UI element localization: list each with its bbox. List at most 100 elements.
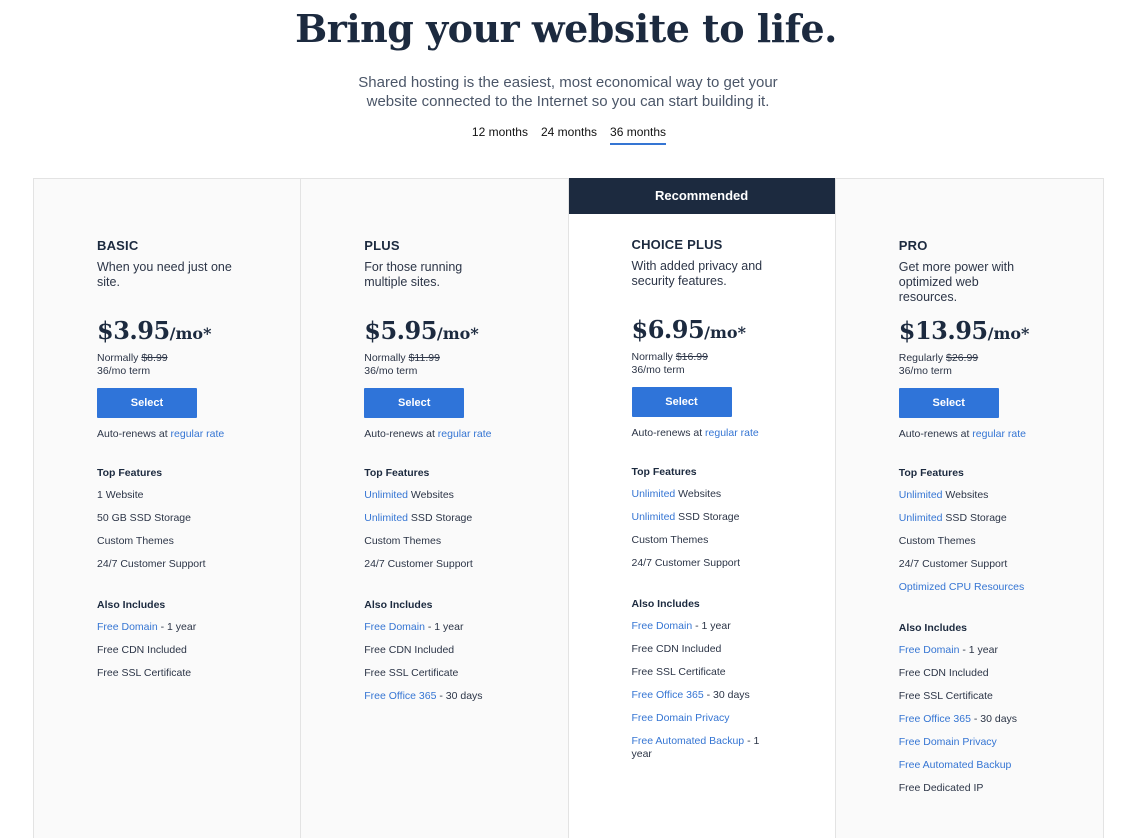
auto-renew-text: Auto-renews at	[97, 428, 168, 440]
price-row: $13.95/mo*	[899, 316, 1083, 345]
included-link[interactable]: Free Domain Privacy	[899, 736, 997, 748]
term-tab-12-months[interactable]: 12 months	[472, 125, 528, 145]
plan-card-plus: PLUS For those running multiple sites. $…	[301, 179, 569, 838]
feature-text: Custom Themes	[97, 535, 174, 547]
term-tab-24-months[interactable]: 24 months	[541, 125, 597, 145]
normal-price-info: Normally $8.99 36/mo term	[97, 352, 280, 378]
included-link[interactable]: Free Domain	[97, 621, 158, 633]
recommended-badge: Recommended	[568, 178, 835, 214]
feature-item: 24/7 Customer Support	[632, 557, 772, 570]
included-text: Free CDN Included	[97, 644, 187, 656]
feature-text: Websites	[942, 489, 989, 501]
plan-description: When you need just one site.	[97, 260, 232, 289]
plan-name: BASIC	[97, 238, 139, 253]
included-item: Free Domain - 1 year	[632, 620, 772, 633]
feature-text: 50 GB SSD Storage	[97, 512, 191, 524]
top-features-list: Unlimited Websites Unlimited SSD Storage C…	[632, 488, 815, 570]
included-item: Free Automated Backup	[899, 759, 1039, 772]
included-link[interactable]: Free Office 365	[364, 690, 436, 702]
hero-subtitle: Shared hosting is the easiest, most econ…	[0, 73, 1132, 111]
plan-name: PRO	[898, 238, 928, 253]
feature-link[interactable]: Unlimited	[364, 489, 408, 501]
auto-renew-note: Auto-renews at regular rate	[97, 428, 280, 440]
included-text: - 1 year	[692, 620, 731, 632]
price-row: $6.95/mo*	[632, 315, 815, 344]
included-item: Free CDN Included	[632, 643, 772, 656]
included-text: Free SSL Certificate	[364, 667, 459, 679]
feature-item: 24/7 Customer Support	[899, 558, 1039, 571]
auto-renew-text: Auto-renews at	[364, 428, 435, 440]
plan-price: $5.95	[364, 316, 437, 345]
plan-name: CHOICE PLUS	[631, 237, 723, 252]
feature-link[interactable]: Unlimited	[364, 512, 408, 524]
feature-item: Custom Themes	[364, 535, 504, 548]
regular-rate-link[interactable]: regular rate	[972, 428, 1026, 440]
term-selector: 12 months 24 months 36 months	[0, 125, 1132, 145]
normal-price-info: Normally $16.99 36/mo term	[632, 351, 815, 377]
included-text: Free SSL Certificate	[898, 690, 993, 702]
feature-link[interactable]: Unlimited	[632, 488, 676, 500]
price-row: $3.95/mo*	[97, 316, 280, 345]
auto-renew-note: Auto-renews at regular rate	[899, 428, 1083, 440]
select-plan-button[interactable]: Select	[364, 388, 465, 418]
included-item: Free Office 365 - 30 days	[899, 713, 1039, 726]
select-plan-button[interactable]: Select	[97, 388, 197, 418]
included-link[interactable]: Free Domain Privacy	[632, 712, 730, 724]
included-link[interactable]: Free Office 365	[632, 689, 704, 701]
included-item: Free SSL Certificate	[899, 690, 1039, 703]
included-link[interactable]: Free Domain	[364, 621, 425, 633]
auto-renew-text: Auto-renews at	[631, 427, 703, 439]
feature-text: SSD Storage	[942, 512, 1007, 524]
normal-price: $26.99	[946, 352, 979, 364]
feature-text: Custom Themes	[631, 534, 709, 546]
feature-link[interactable]: Unlimited	[899, 489, 943, 501]
included-link[interactable]: Free Domain	[899, 644, 960, 656]
regular-rate-link[interactable]: regular rate	[438, 428, 492, 440]
included-item: Free Domain - 1 year	[97, 621, 237, 634]
plan-card-pro: PRO Get more power with optimized web re…	[835, 179, 1103, 838]
feature-text: Websites	[675, 488, 722, 500]
also-includes-list: Free Domain - 1 year Free CDN Included Fre…	[97, 621, 280, 680]
plan-card-choice-plus: Recommended CHOICE PLUS With added priva…	[568, 178, 836, 838]
feature-item: 1 Website	[97, 489, 237, 502]
select-plan-button[interactable]: Select	[631, 387, 732, 417]
included-link[interactable]: Free Automated Backup	[899, 759, 1012, 771]
regular-rate-link[interactable]: regular rate	[705, 427, 759, 439]
auto-renew-note: Auto-renews at regular rate	[364, 428, 547, 440]
also-includes-title: Also Includes	[364, 599, 433, 611]
included-link[interactable]: Free Office 365	[899, 713, 971, 725]
auto-renew-note: Auto-renews at regular rate	[632, 427, 815, 439]
feature-text: SSD Storage	[675, 511, 740, 523]
term-length: 36/mo term	[631, 364, 685, 376]
term-length: 36/mo term	[898, 365, 952, 377]
included-text: - 30 days	[436, 690, 483, 702]
included-item: Free Domain Privacy	[899, 736, 1039, 749]
feature-text: 24/7 Customer Support	[631, 557, 741, 569]
included-item: Free SSL Certificate	[97, 667, 237, 680]
included-item: Free SSL Certificate	[364, 667, 504, 680]
included-item: Free CDN Included	[97, 644, 237, 657]
feature-item: Unlimited SSD Storage	[364, 512, 504, 525]
feature-item: Unlimited Websites	[364, 489, 504, 502]
included-link[interactable]: Free Automated Backup	[632, 735, 745, 747]
select-plan-button[interactable]: Select	[898, 388, 999, 418]
top-features-list: 1 Website 50 GB SSD Storage Custom Themes 2…	[97, 489, 280, 571]
auto-renew-text: Auto-renews at	[898, 428, 970, 440]
feature-link[interactable]: Optimized CPU Resources	[899, 581, 1024, 593]
top-features-title: Top Features	[97, 467, 163, 479]
included-item: Free CDN Included	[899, 667, 1039, 680]
plan-card-basic: BASIC When you need just one site. $3.95…	[34, 179, 302, 838]
feature-item: Optimized CPU Resources	[899, 581, 1039, 594]
included-link[interactable]: Free Domain	[632, 620, 693, 632]
feature-text: 24/7 Customer Support	[898, 558, 1008, 570]
feature-link[interactable]: Unlimited	[632, 511, 676, 523]
also-includes-list: Free Domain - 1 year Free CDN Included Fre…	[364, 621, 547, 703]
regular-rate-link[interactable]: regular rate	[171, 428, 225, 440]
feature-text: Custom Themes	[364, 535, 442, 547]
feature-item: Unlimited SSD Storage	[632, 511, 772, 524]
top-features-title: Top Features	[898, 467, 964, 479]
feature-link[interactable]: Unlimited	[899, 512, 943, 524]
term-tab-36-months[interactable]: 36 months	[610, 125, 667, 145]
included-text: - 1 year	[424, 621, 464, 633]
normal-price-label: Normally	[364, 352, 406, 364]
